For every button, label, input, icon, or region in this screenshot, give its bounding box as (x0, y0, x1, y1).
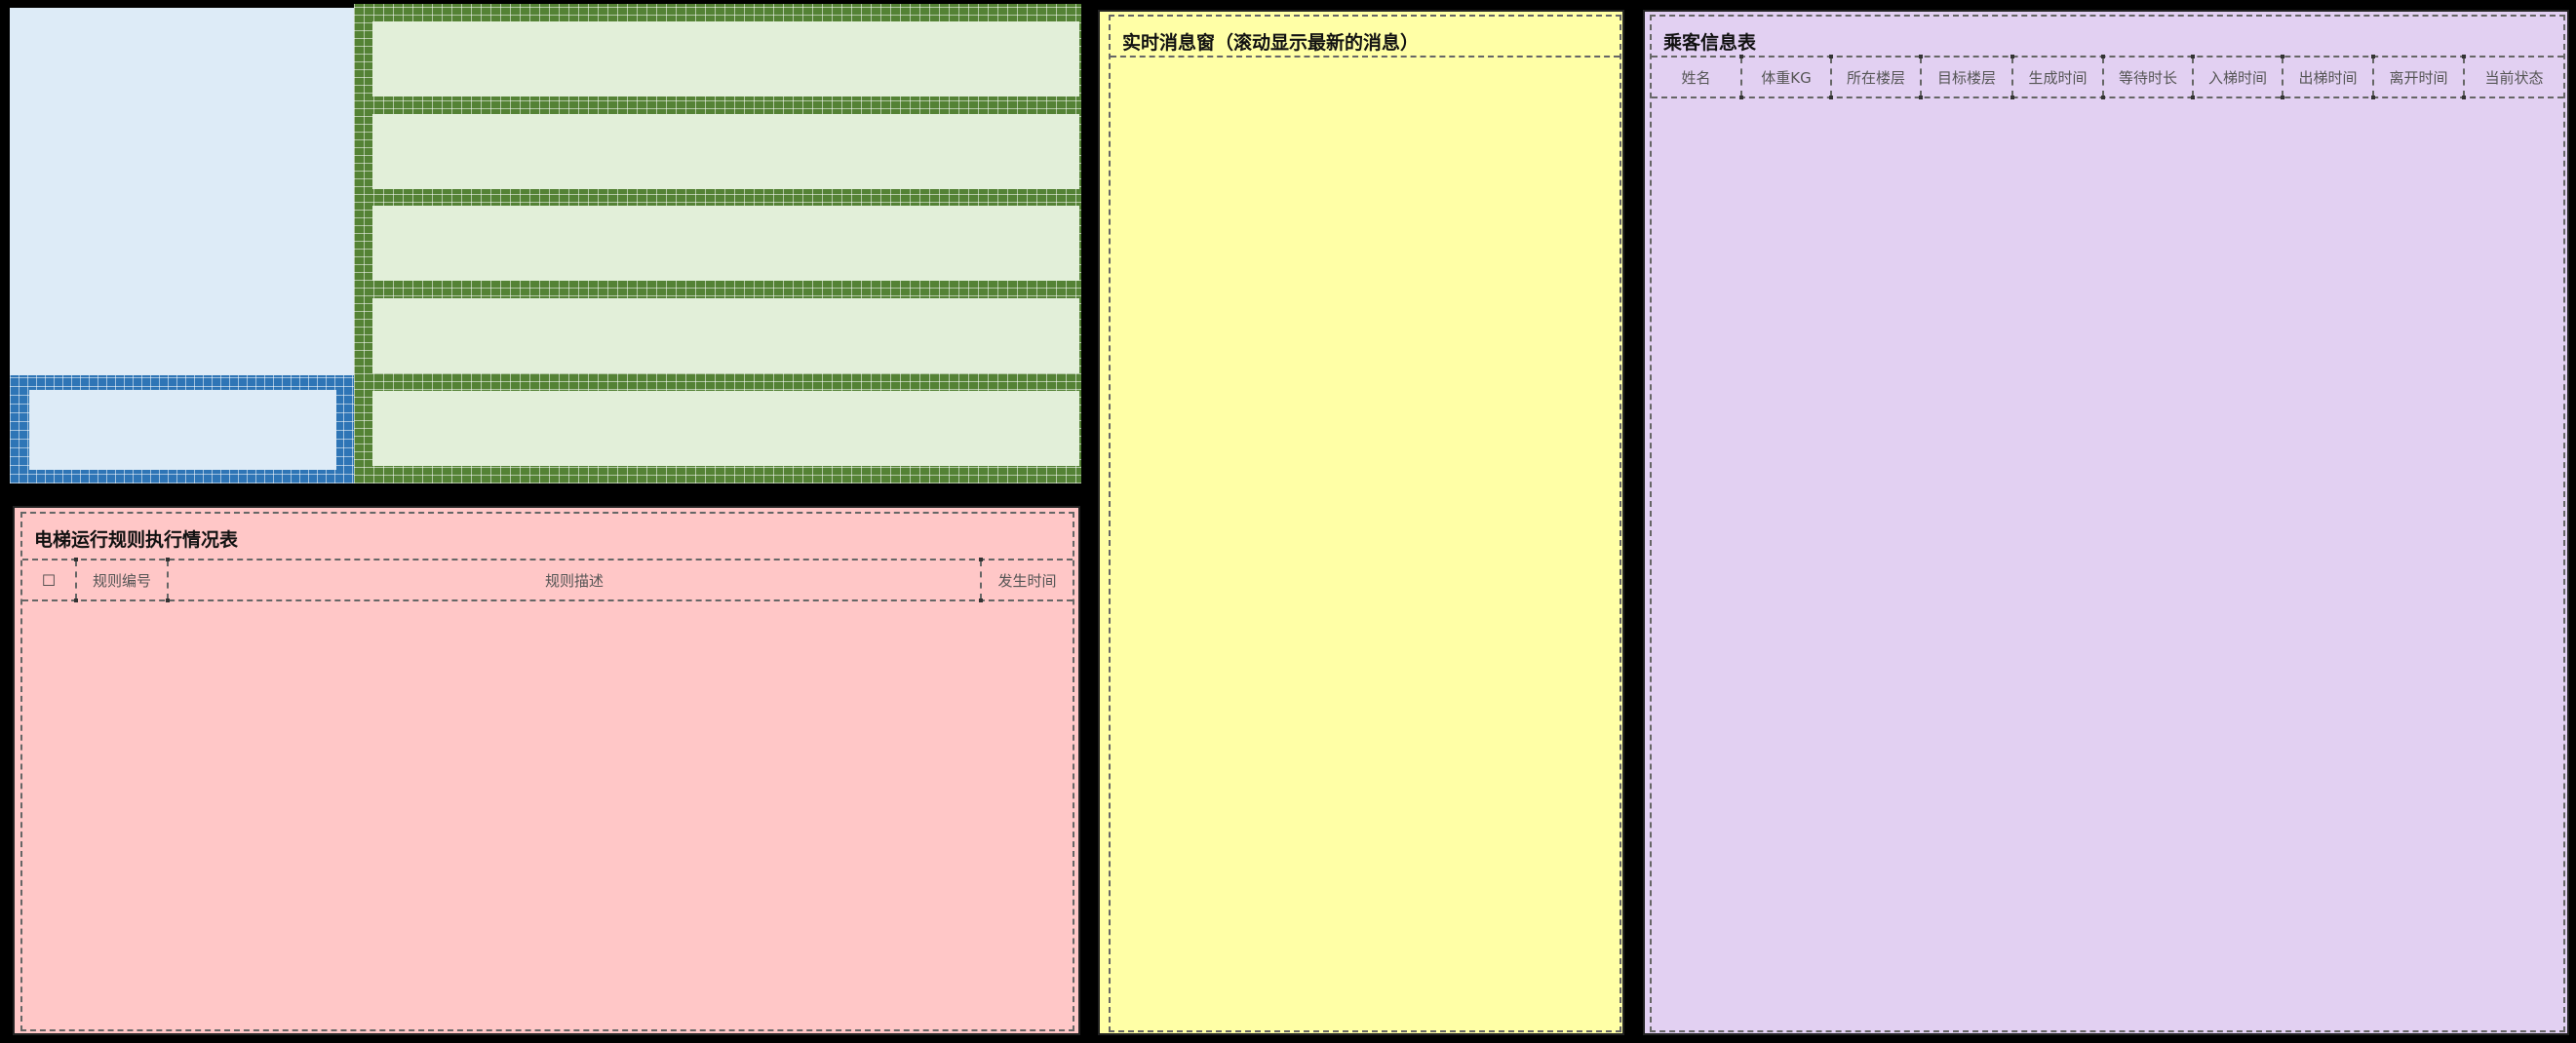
column-exit-time[interactable]: 出梯时间 (2283, 55, 2375, 99)
column-weight[interactable]: 体重KG (1742, 55, 1833, 99)
floor-4 (372, 114, 1079, 189)
column-rule-id[interactable]: 规则编号 (77, 558, 170, 602)
floor-1 (372, 391, 1079, 466)
elevator-car-interior (29, 390, 336, 470)
rules-table: 电梯运行规则执行情况表 ☐ 规则编号 规则描述 发生时间 (20, 512, 1074, 1031)
column-rule-description[interactable]: 规则描述 (169, 558, 983, 602)
floor-5 (372, 21, 1079, 97)
column-current-status[interactable]: 当前状态 (2465, 58, 2563, 97)
floor-3 (372, 206, 1079, 281)
column-name[interactable]: 姓名 (1652, 55, 1743, 99)
column-occur-time[interactable]: 发生时间 (982, 560, 1073, 599)
message-title-divider (1111, 56, 1620, 58)
message-panel-title: 实时消息窗（滚动显示最新的消息） (1122, 32, 1420, 54)
column-wait-duration[interactable]: 等待时长 (2104, 55, 2195, 99)
floor-2 (372, 298, 1079, 373)
column-current-floor[interactable]: 所在楼层 (1832, 55, 1923, 99)
passenger-table: 乘客信息表 姓名 体重KG 所在楼层 目标楼层 生成时间 等待时长 入梯时间 出… (1650, 15, 2565, 1032)
message-window[interactable]: 实时消息窗（滚动显示最新的消息） (1109, 15, 1621, 1032)
column-target-floor[interactable]: 目标楼层 (1922, 55, 2014, 99)
passenger-panel-title: 乘客信息表 (1663, 32, 1757, 54)
passenger-table-header: 姓名 体重KG 所在楼层 目标楼层 生成时间 等待时长 入梯时间 出梯时间 离开… (1652, 55, 2563, 99)
column-created-time[interactable]: 生成时间 (2013, 55, 2105, 99)
column-leave-time[interactable]: 离开时间 (2374, 55, 2466, 99)
column-enter-time[interactable]: 入梯时间 (2194, 55, 2284, 99)
rules-table-header: ☐ 规则编号 规则描述 发生时间 (22, 558, 1073, 602)
rules-panel-title: 电梯运行规则执行情况表 (34, 529, 239, 551)
select-all-checkbox[interactable]: ☐ (22, 558, 78, 602)
